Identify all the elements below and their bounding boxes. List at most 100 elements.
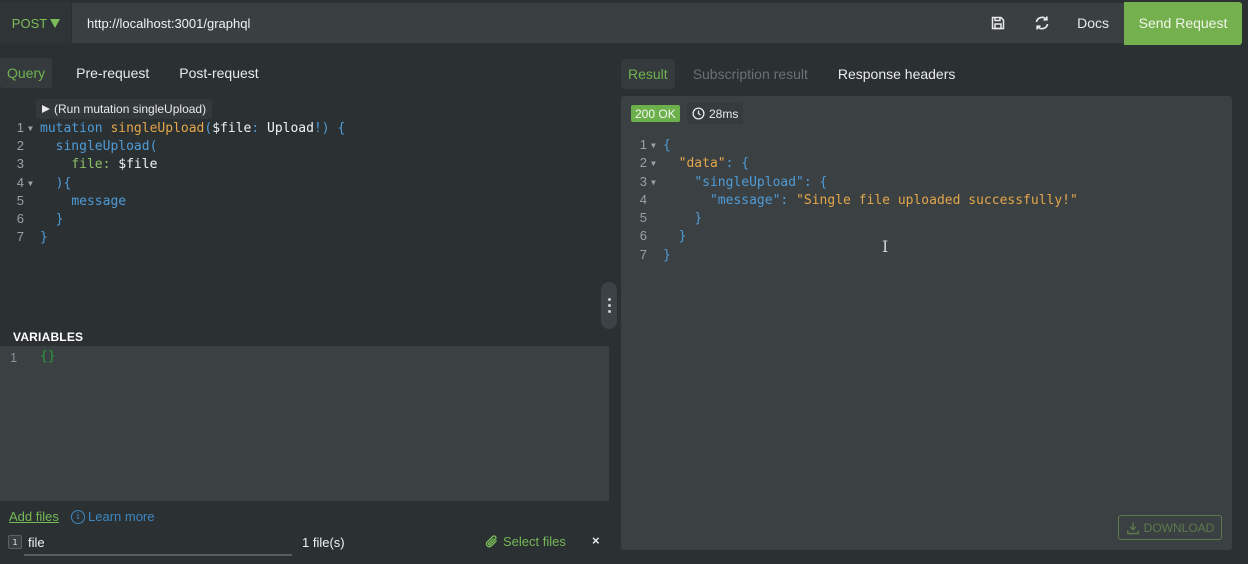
json-line: "data": { (663, 155, 749, 173)
add-files-link[interactable]: Add files (9, 509, 59, 524)
paperclip-icon (485, 535, 497, 548)
variable: $file (212, 121, 252, 136)
line-number: 1 (639, 137, 647, 152)
select-files-button[interactable]: Select files (484, 534, 566, 549)
fold-arrow-icon[interactable]: ▼ (28, 179, 33, 188)
status-badge: 200 OK (631, 105, 680, 122)
response-time: 28ms (687, 103, 744, 124)
punctuation: ) { (321, 121, 346, 136)
variables-editor[interactable]: 1 {} (0, 346, 609, 501)
download-icon (1126, 522, 1139, 534)
punctuation: ! (313, 121, 322, 136)
info-icon: i (71, 509, 85, 524)
keyword: mutation (40, 121, 103, 136)
punctuation: } (663, 248, 671, 263)
request-bar: POST http://localhost:3001/graphql Docs … (0, 1, 1243, 45)
line-number: 7 (639, 247, 647, 262)
tab-pre-request[interactable]: Pre-request (61, 58, 164, 88)
run-mutation-label: (Run mutation singleUpload) (54, 102, 207, 116)
json-line: } (663, 247, 671, 265)
json-line: { (663, 137, 671, 155)
result-tabs: Result Subscription result Response head… (621, 59, 970, 89)
punctuation: } (694, 211, 703, 226)
remove-file-button[interactable]: × (592, 533, 600, 548)
run-mutation-button[interactable]: (Run mutation singleUpload) (36, 99, 213, 119)
line-number: 5 (639, 210, 647, 225)
code-line: singleUpload( (40, 138, 158, 156)
download-button[interactable]: DOWNLOAD (1118, 515, 1222, 540)
query-tabs: Query Pre-request Post-request (0, 57, 274, 89)
url-input[interactable]: http://localhost:3001/graphql (72, 3, 983, 43)
save-icon[interactable] (983, 8, 1013, 38)
punctuation: : (251, 121, 267, 136)
json-line: } (663, 210, 702, 228)
variables-value: {} (40, 349, 56, 364)
refresh-icon[interactable] (1027, 8, 1057, 38)
json-line: } (663, 228, 687, 246)
line-number: 3 (639, 174, 647, 189)
line-number: 1 (10, 350, 18, 365)
argument-name: file: (71, 157, 111, 172)
download-label: DOWNLOAD (1143, 520, 1215, 535)
punctuation: : { (725, 156, 750, 171)
response-time-value: 28ms (709, 106, 739, 121)
fold-arrow-icon[interactable]: ▼ (651, 178, 656, 187)
play-icon (42, 105, 50, 113)
learn-more-link[interactable]: i Learn more (71, 509, 154, 524)
tab-response-headers[interactable]: Response headers (823, 59, 971, 89)
code-line: file: $file (40, 156, 157, 174)
tab-subscription-result[interactable]: Subscription result (675, 59, 823, 89)
type-name: Upload (267, 121, 314, 136)
file-variable-name-input[interactable] (24, 531, 292, 556)
punctuation: : { (803, 175, 828, 190)
dot (607, 304, 611, 307)
fold-arrow-icon[interactable]: ▼ (651, 159, 656, 168)
line-number: 6 (639, 228, 647, 243)
json-key: "message" (709, 193, 781, 208)
dot (607, 298, 611, 301)
method-select[interactable]: POST (1, 3, 72, 43)
line-number: 3 (16, 156, 24, 171)
tab-query[interactable]: Query (0, 58, 53, 88)
learn-more-label: Learn more (88, 509, 155, 524)
pane-resize-handle[interactable] (601, 282, 617, 329)
json-line: "singleUpload": { (663, 174, 827, 192)
field-name: singleUpload( (55, 139, 158, 154)
method-label: POST (11, 15, 48, 31)
send-request-button[interactable]: Send Request (1124, 1, 1242, 45)
fold-arrow-icon[interactable]: ▼ (28, 124, 33, 133)
dot (607, 310, 611, 313)
code-line: mutation singleUpload($file: Upload!) { (40, 120, 345, 138)
punctuation: } (55, 212, 64, 227)
tab-result[interactable]: Result (621, 59, 675, 89)
line-number: 7 (16, 229, 24, 244)
tab-post-request[interactable]: Post-request (164, 58, 273, 88)
punctuation: : (780, 193, 797, 208)
punctuation: ){ (55, 176, 72, 191)
docs-button[interactable]: Docs (1077, 15, 1109, 31)
result-panel: 200 OK 28ms 1 ▼ 2 ▼ 3 ▼ 4 5 6 7 { "data"… (621, 96, 1232, 550)
file-index-badge: 1 (8, 535, 22, 549)
code-line: message (40, 193, 126, 211)
variables-title[interactable]: VARIABLES (13, 330, 83, 344)
punctuation: { (663, 138, 671, 153)
clock-icon (692, 107, 705, 120)
fold-arrow-icon[interactable]: ▼ (651, 141, 656, 150)
punctuation: } (678, 229, 687, 244)
line-number: 2 (639, 155, 647, 170)
variable: $file (118, 157, 158, 172)
line-number: 6 (16, 211, 24, 226)
select-files-label: Select files (503, 534, 566, 549)
code-line: } (40, 229, 48, 247)
json-line: "message": "Single file uploaded success… (663, 192, 1078, 210)
line-number: 2 (16, 138, 24, 153)
json-key: "data" (678, 156, 726, 171)
